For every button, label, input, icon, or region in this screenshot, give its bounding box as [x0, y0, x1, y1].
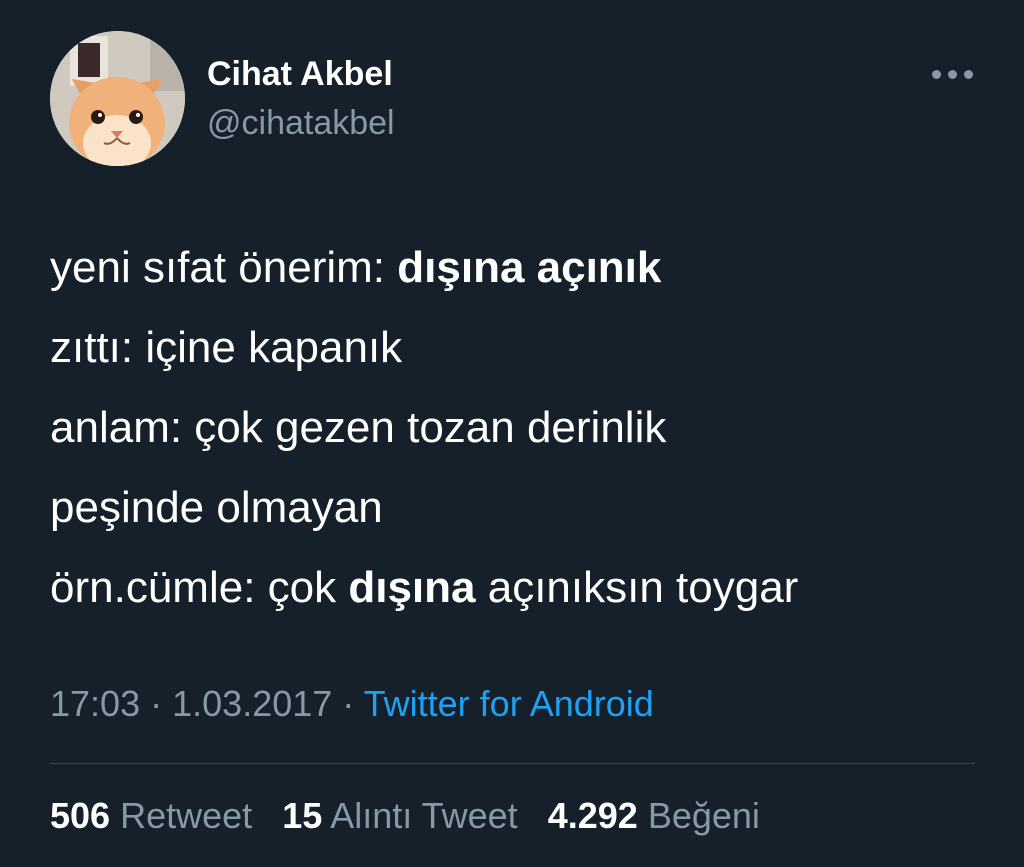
tweet-line-bold: dışına açınık	[397, 243, 662, 292]
quotes-count: 15	[282, 795, 323, 836]
tweet-line-text: yeni sıfat önerim:	[50, 243, 398, 292]
tweet-time[interactable]: 17:03	[50, 683, 140, 724]
quotes-label: Alıntı Tweet	[330, 795, 518, 836]
meta-separator: ·	[342, 683, 355, 724]
retweets-stat[interactable]: 506 Retweet	[50, 795, 252, 836]
tweet-line: yeni sıfat önerim: dışına açınık	[50, 228, 990, 308]
likes-count: 4.292	[547, 795, 638, 836]
more-dot	[964, 70, 973, 79]
avatar[interactable]	[50, 31, 185, 166]
tweet-text: yeni sıfat önerim: dışına açınık zıttı: …	[50, 228, 990, 628]
tweet-source-link[interactable]: Twitter for Android	[364, 683, 654, 724]
quotes-stat[interactable]: 15 Alıntı Tweet	[282, 795, 518, 836]
more-options-button[interactable]	[928, 60, 976, 90]
more-dot	[948, 70, 957, 79]
divider	[50, 763, 975, 764]
likes-stat[interactable]: 4.292 Beğeni	[548, 795, 760, 836]
tweet-date[interactable]: 1.03.2017	[172, 683, 332, 724]
tweet-stats: 506 Retweet 15 Alıntı Tweet 4.292 Beğeni	[50, 794, 780, 838]
tweet-line-text: zıttı: içine kapanık	[50, 323, 403, 372]
tweet-line: peşinde olmayan	[50, 468, 990, 548]
cat-avatar-icon	[50, 31, 185, 166]
likes-label: Beğeni	[647, 795, 760, 836]
tweet-line-text: peşinde olmayan	[50, 483, 383, 532]
display-name[interactable]: Cihat Akbel	[207, 54, 393, 94]
retweets-label: Retweet	[120, 795, 253, 836]
tweet-line-text: örn.cümle: çok	[50, 563, 349, 612]
tweet-card: Cihat Akbel @cihatakbel yeni sıfat öneri…	[0, 0, 1024, 867]
meta-separator: ·	[150, 683, 163, 724]
tweet-line-bold: dışına	[348, 563, 476, 612]
retweets-count: 506	[50, 795, 111, 836]
user-handle[interactable]: @cihatakbel	[207, 103, 395, 143]
tweet-line-text: anlam: çok gezen tozan derinlik	[50, 403, 667, 452]
tweet-line-text: açınıksın toygar	[475, 563, 799, 612]
tweet-meta: 17:03 · 1.03.2017 · Twitter for Android	[50, 682, 654, 726]
tweet-line: örn.cümle: çok dışına açınıksın toygar	[50, 548, 990, 628]
tweet-line: zıttı: içine kapanık	[50, 308, 990, 388]
tweet-line: anlam: çok gezen tozan derinlik	[50, 388, 990, 468]
more-horizontal-icon	[932, 70, 941, 79]
